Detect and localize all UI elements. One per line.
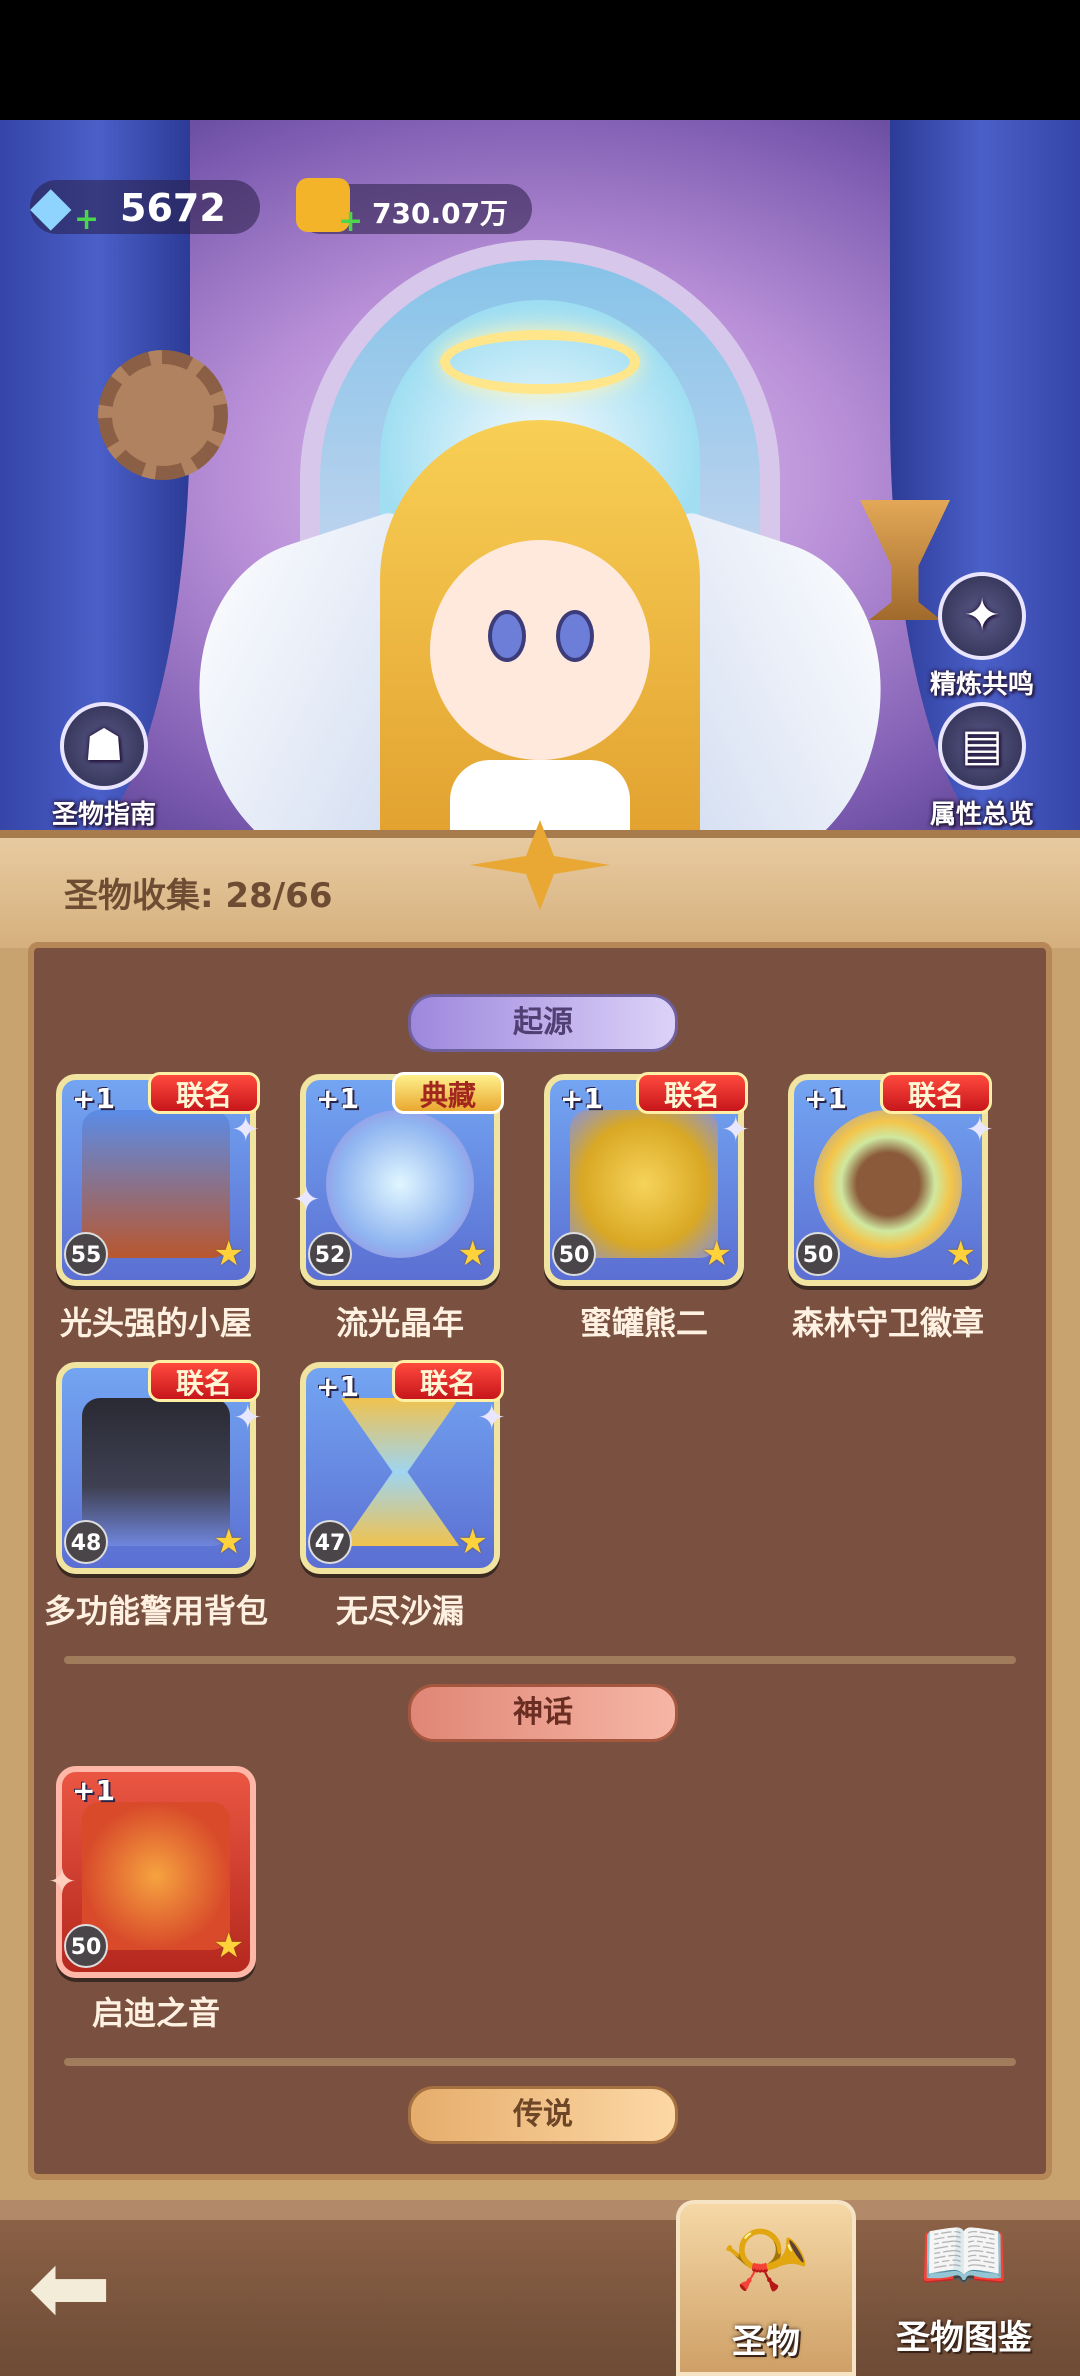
book-icon: 📖 [919, 2213, 1009, 2297]
diamond-amount: 5672 [120, 186, 226, 230]
level-badge: 47 [308, 1520, 352, 1564]
collab-tag: 联名 [148, 1360, 260, 1402]
relic-card-police-backpack[interactable]: 联名 ✦ 48 ★ [56, 1360, 262, 1574]
category-legend-header: 传说 [408, 2086, 678, 2144]
tab-relics[interactable]: 📯 圣物 [676, 2200, 856, 2376]
horn-icon: 📯 [721, 2217, 811, 2301]
relic-guide-label: 圣物指南 [51, 800, 156, 830]
collection-progress: 圣物收集: 28/66 [64, 876, 333, 916]
relic-card-hourglass[interactable]: +1 联名 ✦ 47 ★ [300, 1360, 506, 1574]
crystal-globe-icon [326, 1110, 474, 1258]
sparkle-icon: ✦ [233, 1398, 263, 1438]
relic-name: 森林守卫徽章 [791, 1304, 984, 1342]
backpack-icon [82, 1398, 230, 1546]
relic-name: 光头强的小屋 [59, 1304, 252, 1342]
gear-decoration [98, 350, 228, 480]
bear-icon [570, 1110, 718, 1258]
refine-resonance-button[interactable]: ✦ 精炼共鸣 [920, 572, 1044, 701]
level-badge: 52 [308, 1232, 352, 1276]
star-icon: ★ [945, 1234, 976, 1274]
plus-badge: +1 [72, 1082, 115, 1115]
relic-card-cabin[interactable]: +1 联名 ✦ 55 ★ [56, 1072, 260, 1286]
level-badge: 48 [64, 1520, 108, 1564]
section-divider [64, 1656, 1016, 1664]
star-icon: ★ [701, 1234, 732, 1274]
wizard-icon: ☗ [60, 702, 148, 790]
category-origin-header: 起源 [408, 994, 678, 1052]
scroll-icon: ▤ [938, 702, 1026, 790]
sparkle-icon: ✦ [477, 1398, 507, 1438]
relic-guide-button[interactable]: ☗ 圣物指南 [44, 702, 164, 831]
tab-relic-codex-label: 圣物图鉴 [896, 2318, 1032, 2358]
coin-counter[interactable]: + 730.07万 [296, 178, 532, 239]
harp-icon [82, 1802, 230, 1950]
star-icon: ★ [213, 1234, 244, 1274]
collection-tag: 典藏 [392, 1072, 504, 1114]
coin-amount: 730.07万 [372, 197, 509, 230]
relic-card-forest-badge[interactable]: +1 联名 ✦ 50 ★ [788, 1072, 994, 1286]
collab-tag: 联名 [880, 1072, 992, 1114]
add-diamond-icon[interactable]: + [74, 202, 99, 237]
star-icon: ★ [213, 1522, 244, 1562]
level-badge: 50 [796, 1232, 840, 1276]
tab-relics-label: 圣物 [732, 2322, 800, 2362]
category-myth-header: 神话 [408, 1684, 678, 1742]
diamond-icon: ◆ [30, 174, 72, 237]
plus-badge: +1 [316, 1370, 359, 1403]
relic-name: 多功能警用背包 [43, 1592, 268, 1630]
relic-card-crystal-globe[interactable]: +1 典藏 ✦ 52 ★ [292, 1072, 504, 1286]
relic-name: 蜜罐熊二 [579, 1304, 708, 1342]
relic-name: 启迪之音 [91, 1994, 220, 2032]
halo [440, 330, 640, 394]
refine-resonance-label: 精炼共鸣 [929, 670, 1034, 700]
sparkle-icon: ✦ [292, 1180, 321, 1220]
relic-name: 无尽沙漏 [335, 1592, 464, 1630]
collab-tag: 联名 [392, 1360, 504, 1402]
badge-icon [814, 1110, 962, 1258]
star-icon: ★ [457, 1234, 488, 1274]
hourglass-icon [340, 1398, 460, 1546]
level-badge: 55 [64, 1232, 108, 1276]
plus-badge: +1 [316, 1082, 359, 1115]
relic-card-harp[interactable]: +1 ✦ 50 ★ [48, 1766, 256, 1978]
star-icon: ★ [213, 1926, 244, 1966]
collab-tag: 联名 [636, 1072, 748, 1114]
sparkle-icon: ✦ [231, 1110, 261, 1150]
cabin-icon [82, 1110, 230, 1258]
angel-eye-right [556, 610, 594, 662]
sparkle-icon: ✦ [721, 1110, 751, 1150]
angel-face [430, 540, 650, 760]
star-compass-icon: ✦ [938, 572, 1026, 660]
plus-badge: +1 [804, 1082, 847, 1115]
level-badge: 50 [552, 1232, 596, 1276]
status-bar [0, 0, 1080, 120]
add-coin-icon[interactable]: + [338, 204, 363, 239]
sparkle-icon: ✦ [48, 1862, 77, 1902]
relic-card-honey-bear[interactable]: +1 联名 ✦ 50 ★ [544, 1072, 750, 1286]
tab-relic-codex[interactable]: 📖 圣物图鉴 [874, 2200, 1054, 2376]
plus-badge: +1 [560, 1082, 603, 1115]
section-divider [64, 2058, 1016, 2066]
sparkle-icon: ✦ [965, 1110, 995, 1150]
collab-tag: 联名 [148, 1072, 260, 1114]
relic-name: 流光晶年 [335, 1304, 464, 1342]
diamond-counter[interactable]: ◆ + 5672 [30, 174, 260, 237]
attribute-overview-button[interactable]: ▤ 属性总览 [920, 702, 1044, 831]
star-icon: ★ [457, 1522, 488, 1562]
attribute-overview-label: 属性总览 [929, 800, 1034, 830]
plus-badge: +1 [72, 1774, 115, 1807]
back-arrow-icon[interactable]: ⬅ [28, 2238, 148, 2338]
level-badge: 50 [64, 1924, 108, 1968]
angel-eye-left [488, 610, 526, 662]
